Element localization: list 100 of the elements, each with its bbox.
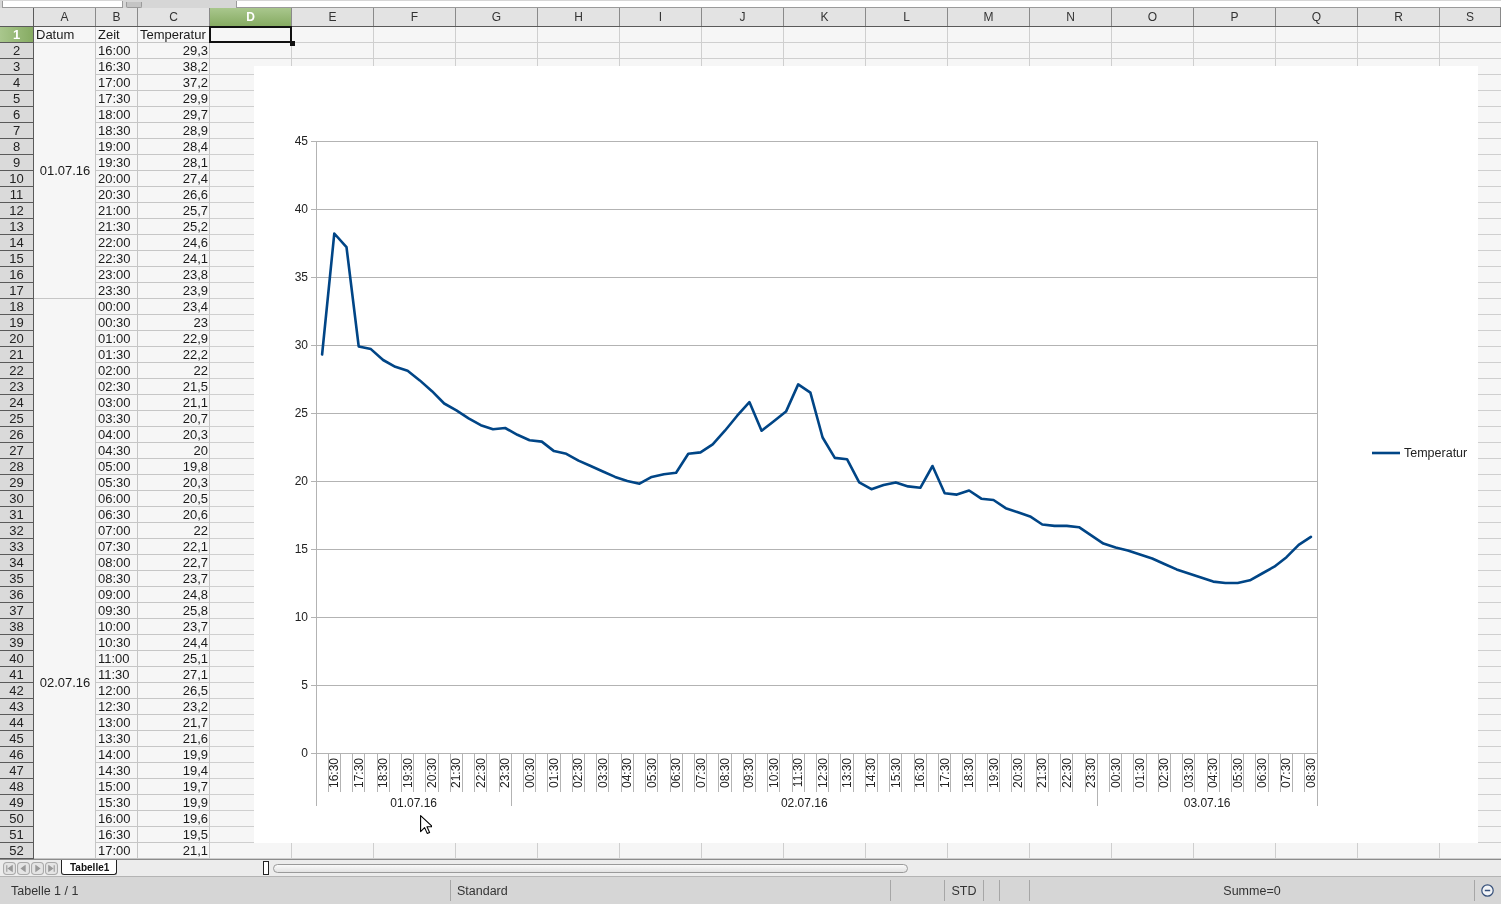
column-header[interactable]: O bbox=[1112, 8, 1194, 26]
axis-label: 08:30 bbox=[1303, 758, 1318, 789]
fill-handle[interactable] bbox=[290, 41, 295, 46]
row-header[interactable]: 49 bbox=[0, 795, 34, 811]
row-header[interactable]: 30 bbox=[0, 491, 34, 507]
table-cell: 27,4 bbox=[138, 171, 210, 187]
row-header[interactable]: 36 bbox=[0, 587, 34, 603]
column-header[interactable]: K bbox=[784, 8, 866, 26]
table-cell: 23,4 bbox=[138, 299, 210, 315]
last-sheet-button[interactable] bbox=[45, 861, 58, 875]
row-header[interactable]: 2 bbox=[0, 43, 34, 59]
column-header[interactable]: I bbox=[620, 8, 702, 26]
row-header[interactable]: 20 bbox=[0, 331, 34, 347]
row-header[interactable]: 52 bbox=[0, 843, 34, 859]
row-header[interactable]: 15 bbox=[0, 251, 34, 267]
column-header[interactable]: P bbox=[1194, 8, 1276, 26]
row-header[interactable]: 48 bbox=[0, 779, 34, 795]
row-header[interactable]: 22 bbox=[0, 363, 34, 379]
row-header[interactable]: 47 bbox=[0, 763, 34, 779]
next-sheet-button[interactable] bbox=[31, 861, 44, 875]
row-header[interactable]: 41 bbox=[0, 667, 34, 683]
row-header[interactable]: 44 bbox=[0, 715, 34, 731]
row-header[interactable]: 27 bbox=[0, 443, 34, 459]
axis-label: 17:30 bbox=[351, 758, 366, 789]
row-header[interactable]: 40 bbox=[0, 651, 34, 667]
table-cell: 14:30 bbox=[96, 763, 138, 779]
row-header[interactable]: 17 bbox=[0, 283, 34, 299]
scrollbar-thumb[interactable] bbox=[273, 863, 908, 873]
axis-label: 5 bbox=[301, 678, 308, 692]
row-header[interactable]: 25 bbox=[0, 411, 34, 427]
row-header[interactable]: 37 bbox=[0, 603, 34, 619]
row-header[interactable]: 21 bbox=[0, 347, 34, 363]
first-sheet-button[interactable] bbox=[3, 861, 16, 875]
column-header[interactable]: Q bbox=[1276, 8, 1358, 26]
row-header[interactable]: 32 bbox=[0, 523, 34, 539]
row-header[interactable]: 29 bbox=[0, 475, 34, 491]
table-cell: 26,5 bbox=[138, 683, 210, 699]
table-cell: 20,5 bbox=[138, 491, 210, 507]
row-header[interactable]: 6 bbox=[0, 107, 34, 123]
column-header[interactable]: B bbox=[96, 8, 138, 26]
row-header[interactable]: 10 bbox=[0, 171, 34, 187]
table-cell: 19,7 bbox=[138, 779, 210, 795]
row-header[interactable]: 45 bbox=[0, 731, 34, 747]
column-header[interactable]: N bbox=[1030, 8, 1112, 26]
axis-label: 02:30 bbox=[571, 758, 586, 789]
row-header[interactable]: 8 bbox=[0, 139, 34, 155]
zoom-out-icon[interactable] bbox=[1481, 884, 1494, 897]
row-header[interactable]: 19 bbox=[0, 315, 34, 331]
row-header[interactable]: 51 bbox=[0, 827, 34, 843]
table-cell: 09:00 bbox=[96, 587, 138, 603]
table-cell: 06:30 bbox=[96, 507, 138, 523]
row-header[interactable]: 4 bbox=[0, 75, 34, 91]
row-header[interactable]: 28 bbox=[0, 459, 34, 475]
column-header[interactable]: R bbox=[1358, 8, 1440, 26]
row-header[interactable]: 50 bbox=[0, 811, 34, 827]
column-header[interactable]: A bbox=[34, 8, 96, 26]
row-header[interactable]: 11 bbox=[0, 187, 34, 203]
row-header[interactable]: 38 bbox=[0, 619, 34, 635]
column-header[interactable]: M bbox=[948, 8, 1030, 26]
row-header[interactable]: 14 bbox=[0, 235, 34, 251]
row-header[interactable]: 7 bbox=[0, 123, 34, 139]
table-cell: 16:00 bbox=[96, 43, 138, 59]
column-header[interactable]: G bbox=[456, 8, 538, 26]
name-box-field[interactable] bbox=[2, 1, 123, 8]
row-header[interactable]: 42 bbox=[0, 683, 34, 699]
formula-input-field[interactable] bbox=[236, 1, 1501, 8]
column-header[interactable]: L bbox=[866, 8, 948, 26]
row-header[interactable]: 26 bbox=[0, 427, 34, 443]
row-header[interactable]: 18 bbox=[0, 299, 34, 315]
row-header[interactable]: 5 bbox=[0, 91, 34, 107]
column-header[interactable]: E bbox=[292, 8, 374, 26]
row-header[interactable]: 34 bbox=[0, 555, 34, 571]
table-cell: Zeit bbox=[96, 27, 138, 43]
row-header[interactable]: 46 bbox=[0, 747, 34, 763]
active-cell[interactable] bbox=[209, 26, 292, 43]
row-header[interactable]: 13 bbox=[0, 219, 34, 235]
row-header[interactable]: 35 bbox=[0, 571, 34, 587]
name-box-dropdown-button[interactable] bbox=[126, 2, 142, 8]
row-header[interactable]: 24 bbox=[0, 395, 34, 411]
column-header[interactable]: F bbox=[374, 8, 456, 26]
row-header[interactable]: 39 bbox=[0, 635, 34, 651]
column-header[interactable]: H bbox=[538, 8, 620, 26]
row-header[interactable]: 43 bbox=[0, 699, 34, 715]
table-cell: 20,7 bbox=[138, 411, 210, 427]
sheet-tab[interactable]: Tabelle1 bbox=[61, 860, 118, 875]
row-header[interactable]: 33 bbox=[0, 539, 34, 555]
column-header[interactable]: J bbox=[702, 8, 784, 26]
previous-sheet-button[interactable] bbox=[17, 861, 30, 875]
column-header[interactable]: S bbox=[1440, 8, 1501, 26]
row-header[interactable]: 3 bbox=[0, 59, 34, 75]
row-header[interactable]: 9 bbox=[0, 155, 34, 171]
row-header[interactable]: 16 bbox=[0, 267, 34, 283]
table-cell: 02:00 bbox=[96, 363, 138, 379]
row-header[interactable]: 23 bbox=[0, 379, 34, 395]
axis-label: 05:30 bbox=[1230, 758, 1245, 789]
splitter-handle[interactable] bbox=[263, 861, 269, 875]
row-header[interactable]: 31 bbox=[0, 507, 34, 523]
table-cell: 23,2 bbox=[138, 699, 210, 715]
row-header[interactable]: 12 bbox=[0, 203, 34, 219]
axis-label: 06:30 bbox=[669, 758, 684, 789]
